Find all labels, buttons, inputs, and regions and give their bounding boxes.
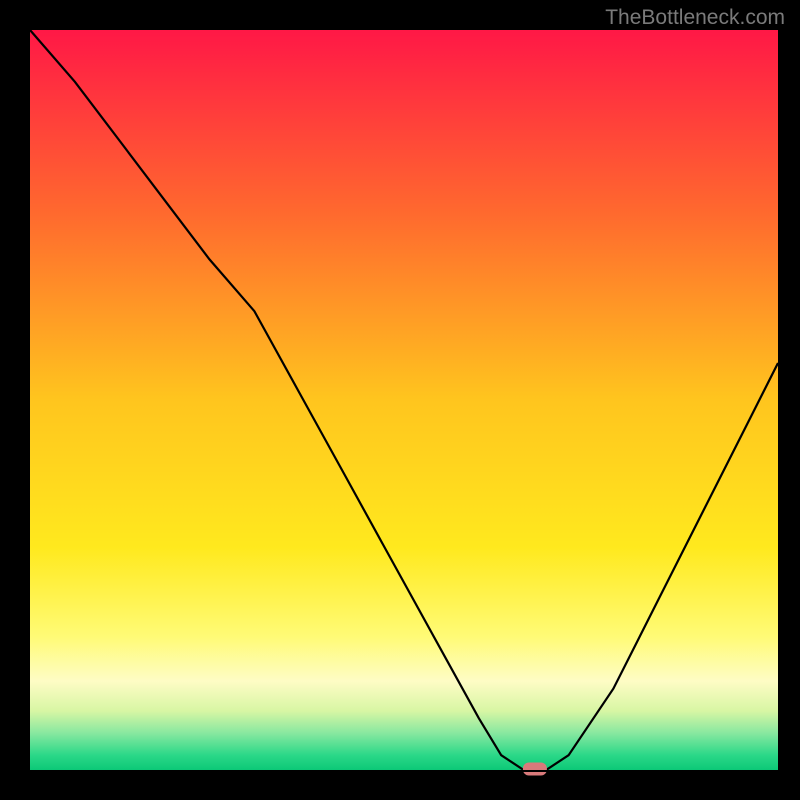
- chart-svg: [0, 0, 800, 800]
- optimal-marker: [523, 763, 547, 776]
- bottleneck-chart: TheBottleneck.com: [0, 0, 800, 800]
- baseline: [30, 770, 778, 772]
- plot-background: [30, 30, 778, 770]
- watermark: TheBottleneck.com: [605, 6, 785, 30]
